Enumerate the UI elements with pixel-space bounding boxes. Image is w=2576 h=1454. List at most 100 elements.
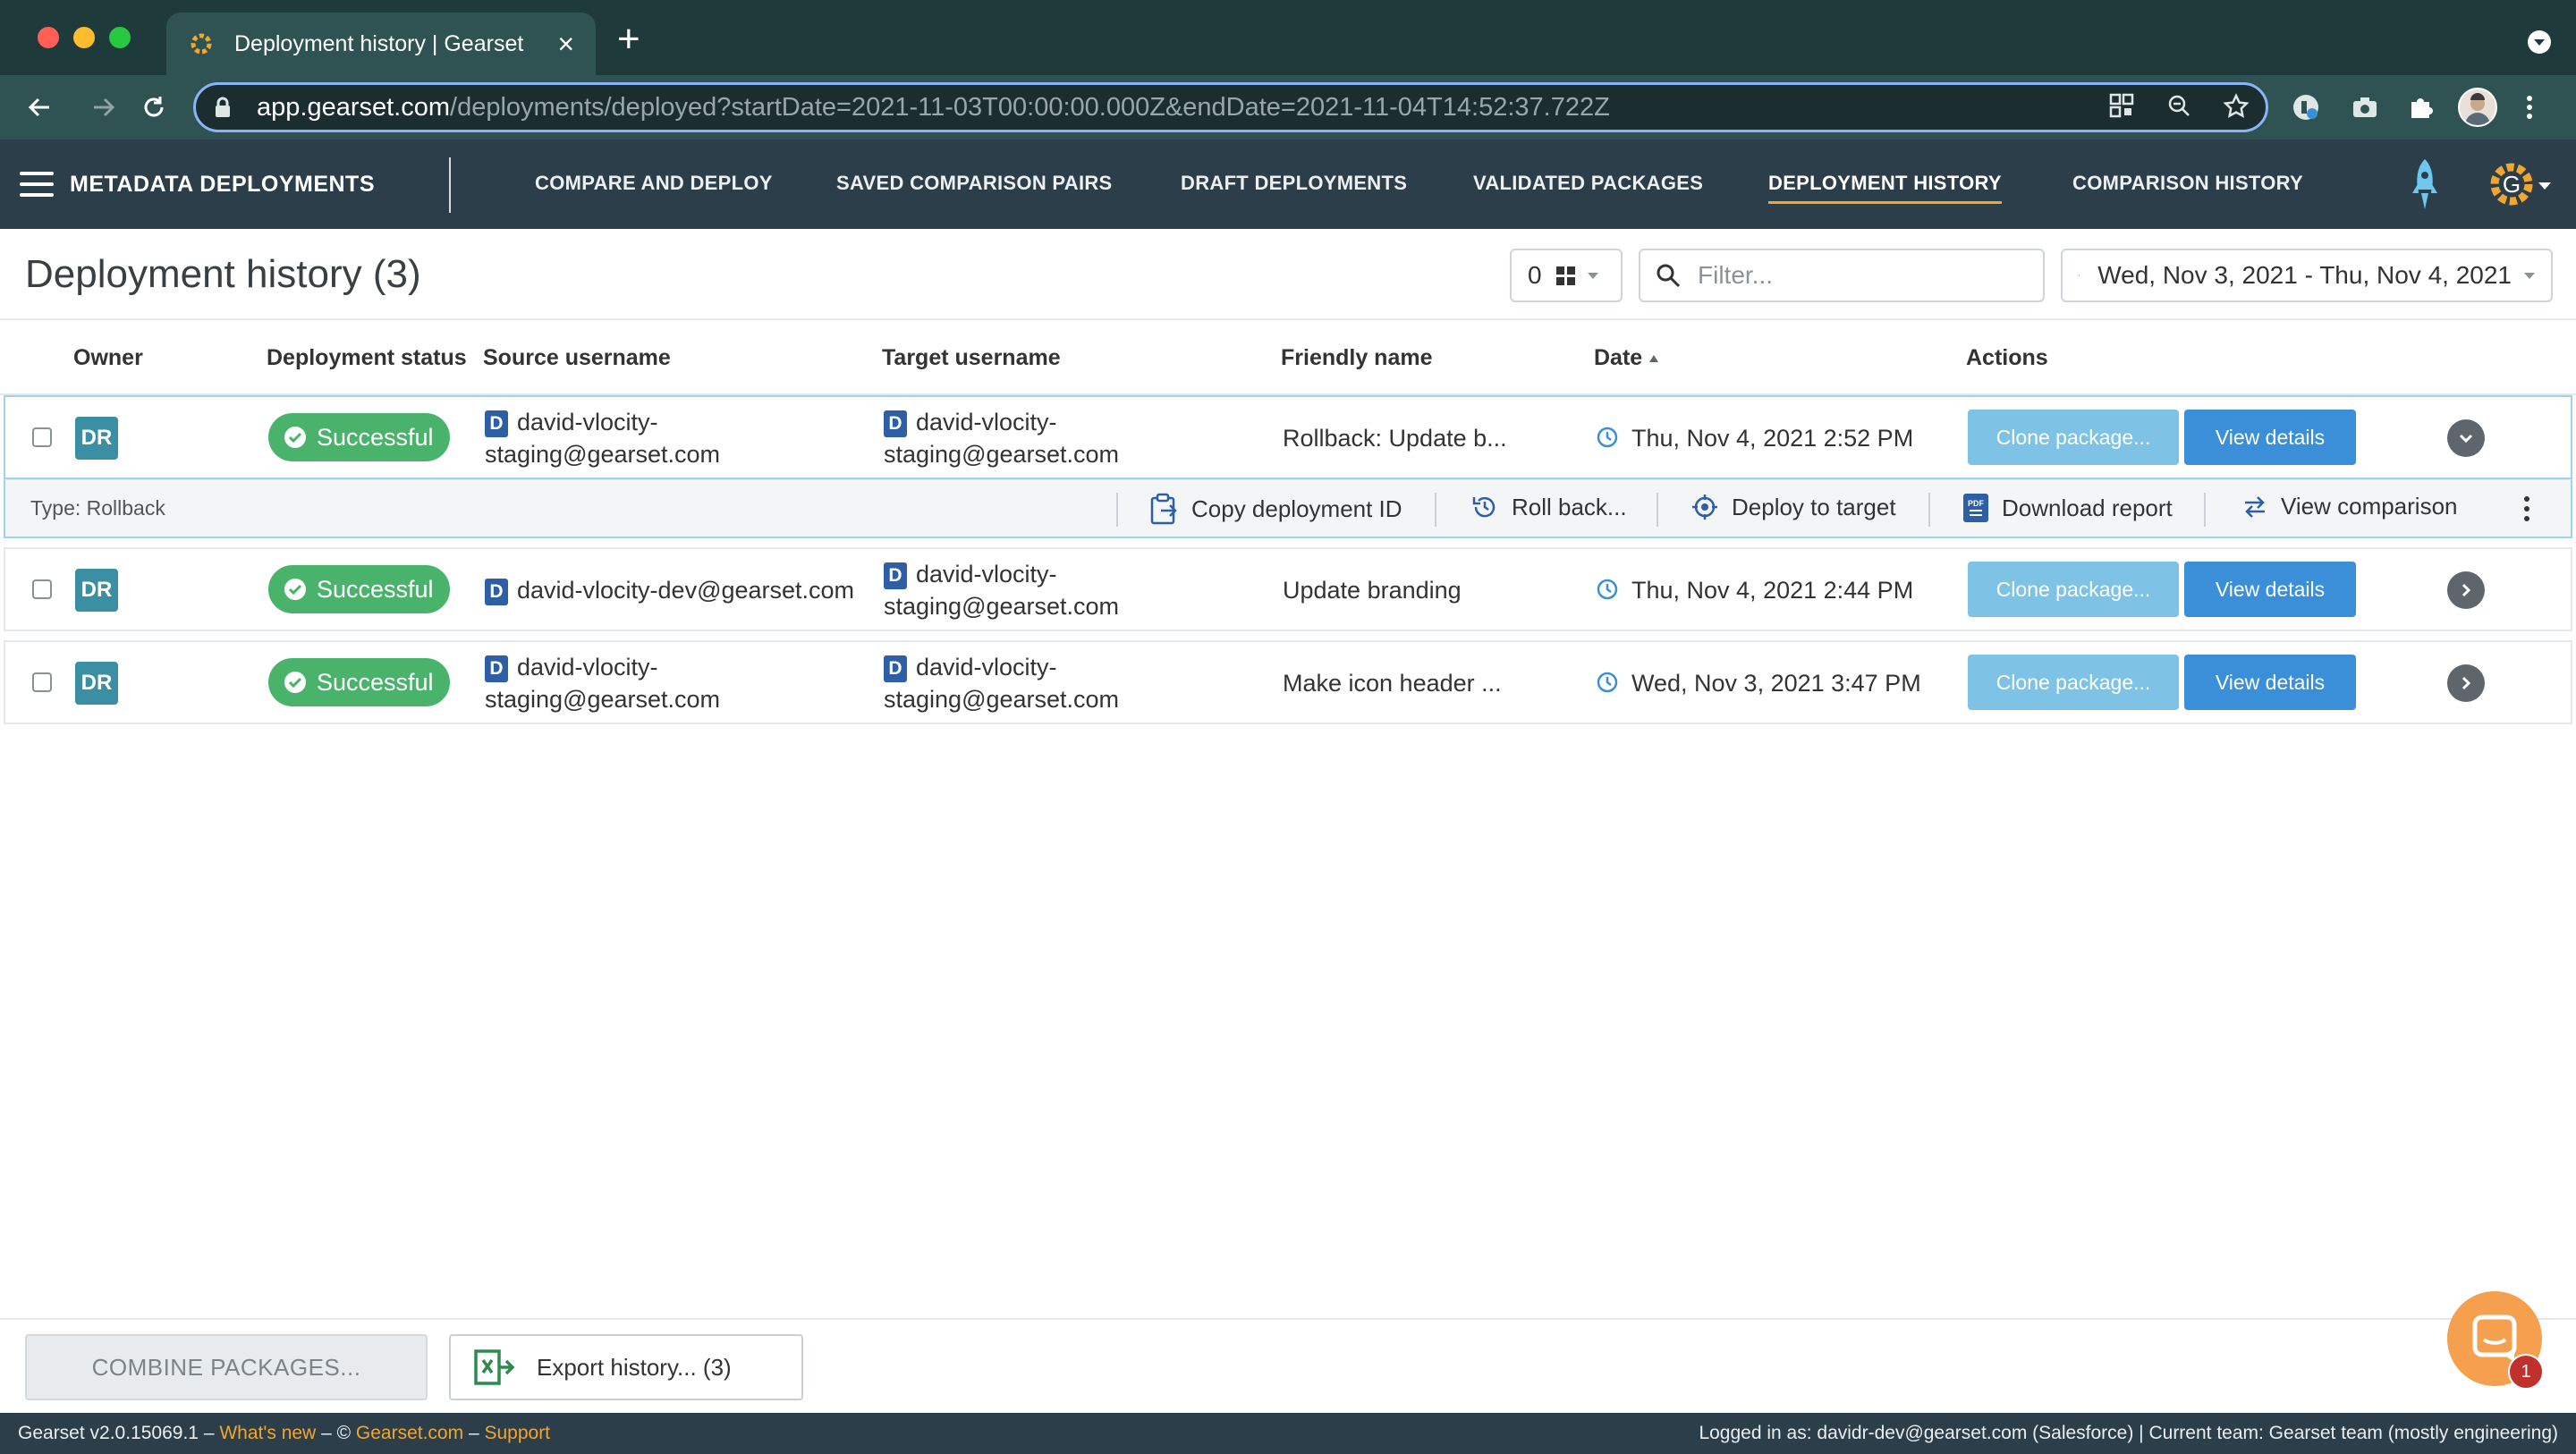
- column-date[interactable]: Date: [1594, 345, 1659, 371]
- download-report-label: Download report: [2002, 494, 2173, 521]
- check-circle-icon: [284, 579, 306, 600]
- hamburger-menu-icon[interactable]: [20, 172, 54, 197]
- nav-compare-and-deploy[interactable]: COMPARE AND DEPLOY: [535, 172, 773, 195]
- friendly-name: Update branding: [1283, 577, 1462, 604]
- selected-count-dropdown[interactable]: 0: [1510, 249, 1623, 302]
- bookmark-star-icon[interactable]: [2222, 93, 2250, 122]
- collapse-row-button[interactable]: [2447, 419, 2485, 457]
- target-username-line2: staging@gearset.com: [884, 593, 1120, 620]
- column-deployment-status[interactable]: Deployment status: [267, 345, 467, 371]
- gearset-logo-icon[interactable]: G: [2487, 159, 2537, 209]
- view-details-button[interactable]: View details: [2184, 655, 2356, 710]
- filter-field[interactable]: [1639, 249, 2045, 302]
- column-source-username[interactable]: Source username: [483, 345, 671, 371]
- tab-title: Deployment history | Gearset: [234, 30, 524, 56]
- deploy-to-target-button[interactable]: Deploy to target: [1690, 493, 1896, 521]
- url-text: app.gearset.com/deployments/deployed?sta…: [257, 93, 1610, 123]
- view-details-button[interactable]: View details: [2184, 562, 2356, 617]
- user-menu-caret-icon[interactable]: [2538, 182, 2551, 190]
- new-tab-button[interactable]: +: [617, 20, 640, 59]
- nav-draft-deployments[interactable]: DRAFT DEPLOYMENTS: [1181, 172, 1407, 195]
- clone-package-button[interactable]: Clone package...: [1968, 562, 2179, 617]
- support-link[interactable]: Support: [484, 1423, 550, 1443]
- owner-avatar: DR: [75, 569, 118, 612]
- clone-package-button[interactable]: Clone package...: [1968, 410, 2179, 465]
- friendly-name: Rollback: Update b...: [1283, 425, 1507, 452]
- column-owner[interactable]: Owner: [73, 345, 143, 371]
- divider: [1928, 493, 1930, 527]
- password-extension-icon[interactable]: [2288, 89, 2324, 125]
- table-row[interactable]: DR Successful Ddavid-vlocity- staging@ge…: [4, 395, 2572, 479]
- address-bar[interactable]: app.gearset.com/deployments/deployed?sta…: [193, 82, 2268, 132]
- status-text: Successful: [317, 668, 434, 696]
- deployment-date: Thu, Nov 4, 2021 2:52 PM: [1596, 422, 1913, 454]
- rocket-icon[interactable]: [2410, 157, 2440, 213]
- row-checkbox[interactable]: [32, 427, 52, 447]
- deployment-date: Thu, Nov 4, 2021 2:44 PM: [1596, 574, 1913, 606]
- lock-icon: [216, 97, 230, 117]
- row-checkbox[interactable]: [32, 579, 52, 599]
- whats-new-link[interactable]: What's new: [219, 1423, 316, 1443]
- pdf-label: PDF: [1968, 499, 1985, 508]
- search-icon: [1657, 264, 1681, 288]
- org-type-badge: D: [884, 562, 907, 589]
- app-navbar: METADATA DEPLOYMENTS COMPARE AND DEPLOY …: [0, 139, 2576, 229]
- clone-package-button[interactable]: Clone package...: [1968, 655, 2179, 710]
- window-zoom-button[interactable]: [109, 27, 131, 48]
- browser-tab[interactable]: Deployment history | Gearset ×: [166, 13, 596, 75]
- extensions-puzzle-icon[interactable]: [2402, 89, 2438, 125]
- zoom-icon[interactable]: [2165, 93, 2193, 122]
- date-range-picker[interactable]: Wed, Nov 3, 2021 - Thu, Nov 4, 2021: [2061, 249, 2553, 302]
- check-circle-icon: [284, 672, 306, 693]
- camera-extension-icon[interactable]: [2347, 89, 2383, 125]
- check-circle-icon: [284, 427, 306, 448]
- status-badge: Successful: [268, 658, 450, 706]
- column-target-username[interactable]: Target username: [882, 345, 1061, 371]
- export-history-button[interactable]: Export history... (3): [449, 1334, 803, 1400]
- nav-saved-comparison-pairs[interactable]: SAVED COMPARISON PAIRS: [836, 172, 1113, 195]
- divider: [2204, 493, 2206, 527]
- friendly-name: Make icon header ...: [1283, 670, 1502, 697]
- divider: [1657, 493, 1658, 527]
- nav-deployment-history[interactable]: DEPLOYMENT HISTORY: [1768, 172, 2002, 204]
- column-friendly-name[interactable]: Friendly name: [1281, 345, 1433, 371]
- tab-close-icon[interactable]: ×: [557, 30, 574, 58]
- status-text: Successful: [317, 575, 434, 603]
- window-close-button[interactable]: [38, 27, 59, 48]
- window-minimize-button[interactable]: [73, 27, 95, 48]
- target-icon: [1692, 495, 1717, 520]
- nav-comparison-history[interactable]: COMPARISON HISTORY: [2072, 172, 2303, 195]
- download-report-button[interactable]: PDF Download report: [1962, 493, 2173, 523]
- expand-row-button[interactable]: [2447, 664, 2485, 702]
- forward-arrow-icon[interactable]: [86, 89, 122, 125]
- tab-search-icon[interactable]: [2528, 30, 2551, 54]
- copy-deployment-id-button[interactable]: Copy deployment ID: [1148, 493, 1402, 525]
- deployment-date-text: Thu, Nov 4, 2021 2:44 PM: [1631, 577, 1914, 604]
- table-row[interactable]: DR Successful Ddavid-vlocity- staging@ge…: [4, 640, 2572, 724]
- gearset-link[interactable]: Gearset.com: [356, 1423, 463, 1443]
- filter-input[interactable]: [1698, 261, 2020, 290]
- app-section-title[interactable]: METADATA DEPLOYMENTS: [70, 172, 375, 198]
- chat-unread-badge: 1: [2508, 1354, 2544, 1390]
- nav-validated-packages[interactable]: VALIDATED PACKAGES: [1473, 172, 1703, 195]
- table-row[interactable]: DR Successful Ddavid-vlocity-dev@gearset…: [4, 547, 2572, 631]
- chat-launcher-button[interactable]: 1: [2447, 1291, 2544, 1390]
- browser-menu-icon[interactable]: [2521, 89, 2538, 125]
- more-actions-icon[interactable]: [2524, 496, 2529, 526]
- view-comparison-button[interactable]: View comparison: [2241, 493, 2458, 520]
- status-bar: Gearset v2.0.15069.1 – What's new – © Ge…: [0, 1413, 2576, 1454]
- back-arrow-icon[interactable]: [21, 89, 57, 125]
- owner-avatar: DR: [75, 417, 118, 460]
- clock-icon: [1597, 672, 1618, 693]
- roll-back-button[interactable]: Roll back...: [1470, 493, 1627, 521]
- view-details-button[interactable]: View details: [2184, 410, 2356, 465]
- page-title: Deployment history (3): [25, 252, 421, 296]
- qr-code-icon[interactable]: [2107, 93, 2136, 122]
- profile-avatar[interactable]: [2458, 88, 2497, 127]
- row-checkbox[interactable]: [32, 672, 52, 692]
- expand-row-button[interactable]: [2447, 571, 2485, 609]
- combine-packages-button[interactable]: COMBINE PACKAGES...: [25, 1334, 428, 1400]
- swap-arrows-icon: [2245, 495, 2265, 518]
- reload-icon[interactable]: [136, 89, 172, 125]
- chevron-down-icon: [2459, 434, 2473, 444]
